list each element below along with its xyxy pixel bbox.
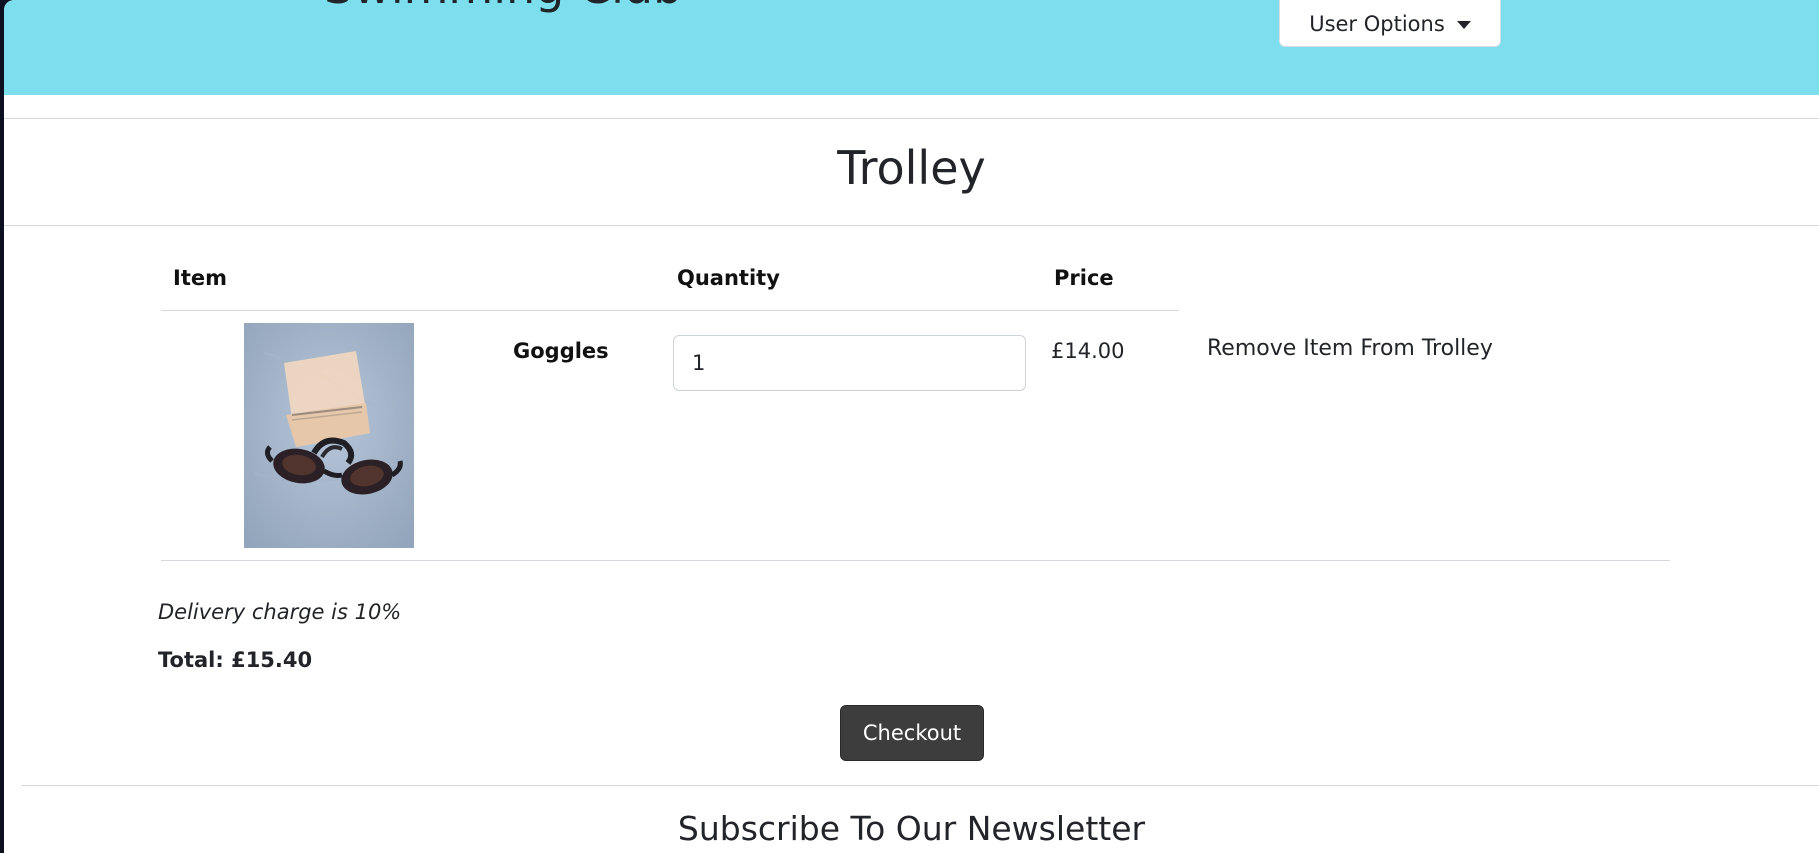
user-options-label: User Options <box>1309 12 1445 36</box>
caret-down-icon <box>1456 21 1471 29</box>
column-header-price: Price <box>1054 266 1114 290</box>
divider-footer <box>21 785 1819 786</box>
remove-item-link[interactable]: Remove Item From Trolley <box>1207 336 1493 361</box>
table-row-divider <box>161 560 1670 561</box>
divider-heading <box>4 225 1819 226</box>
quantity-input[interactable] <box>673 335 1026 391</box>
column-header-item: Item <box>173 266 227 290</box>
item-price: £14.00 <box>1051 339 1125 363</box>
user-options-dropdown[interactable]: User Options <box>1279 0 1501 47</box>
goggles-product-image <box>244 323 414 548</box>
page-title: Trolley <box>837 141 986 195</box>
order-total: Total: £15.40 <box>158 648 313 672</box>
divider-top <box>4 118 1819 119</box>
newsletter-heading: Subscribe To Our Newsletter <box>677 809 1146 848</box>
site-header: Swimming Club User Options <box>4 0 1819 95</box>
delivery-note: Delivery charge is 10% <box>158 600 402 624</box>
table-header-divider <box>161 310 1179 311</box>
checkout-button[interactable]: Checkout <box>840 705 984 761</box>
site-title: Swimming Club <box>324 0 682 12</box>
column-header-quantity: Quantity <box>677 266 780 290</box>
item-name: Goggles <box>513 339 609 363</box>
page: Swimming Club User Options Trolley Item … <box>4 0 1819 853</box>
